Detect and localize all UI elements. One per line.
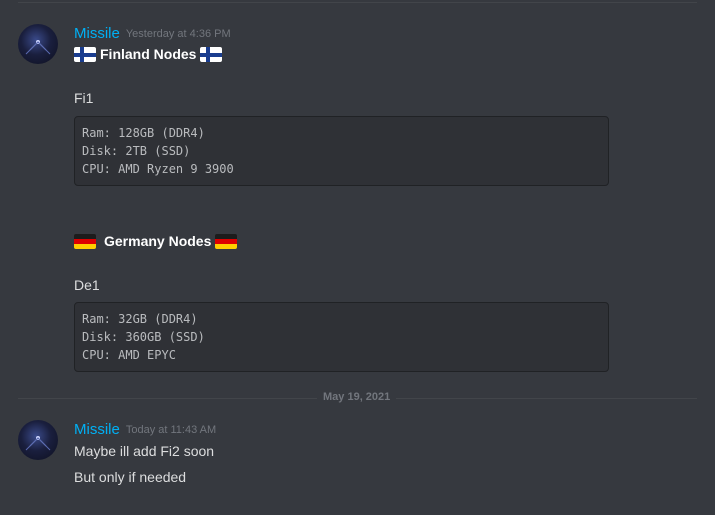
section-title-text: Finland Nodes xyxy=(100,46,197,62)
node-label: De1 xyxy=(74,277,100,293)
code-line: Ram: 128GB (DDR4) xyxy=(82,126,205,140)
date-divider-label: May 19, 2021 xyxy=(317,391,397,403)
top-divider xyxy=(18,2,697,3)
flag-finland-icon xyxy=(200,46,223,62)
flag-germany-icon xyxy=(215,233,238,249)
code-line: CPU: AMD Ryzen 9 3900 xyxy=(82,162,234,176)
code-line: CPU: AMD EPYC xyxy=(82,348,176,362)
code-line: Disk: 360GB (SSD) xyxy=(82,330,205,344)
avatar[interactable] xyxy=(18,24,58,64)
message-header: Missile Today at 11:43 AM xyxy=(74,421,216,439)
timestamp: Yesterday at 4:36 PM xyxy=(125,28,231,40)
code-block: Ram: 128GB (DDR4) Disk: 2TB (SSD) CPU: A… xyxy=(74,116,609,186)
section-title-finland: Finland Nodes xyxy=(74,46,223,62)
code-block: Ram: 32GB (DDR4) Disk: 360GB (SSD) CPU: … xyxy=(74,302,609,372)
section-title-germany: Germany Nodes xyxy=(74,233,238,249)
message-text: But only if needed xyxy=(74,469,187,485)
avatar[interactable] xyxy=(18,420,58,460)
node-label: Fi1 xyxy=(74,90,94,106)
flag-germany-icon xyxy=(74,233,96,249)
username[interactable]: Missile xyxy=(74,25,120,42)
code-line: Disk: 2TB (SSD) xyxy=(82,144,191,158)
message-header: Missile Yesterday at 4:36 PM xyxy=(74,25,231,43)
flag-finland-icon xyxy=(74,46,96,62)
section-title-text: Germany Nodes xyxy=(104,233,212,249)
message-text: Maybe ill add Fi2 soon xyxy=(74,443,215,459)
code-line: Ram: 32GB (DDR4) xyxy=(82,312,198,326)
timestamp: Today at 11:43 AM xyxy=(125,424,217,436)
username[interactable]: Missile xyxy=(74,421,120,438)
